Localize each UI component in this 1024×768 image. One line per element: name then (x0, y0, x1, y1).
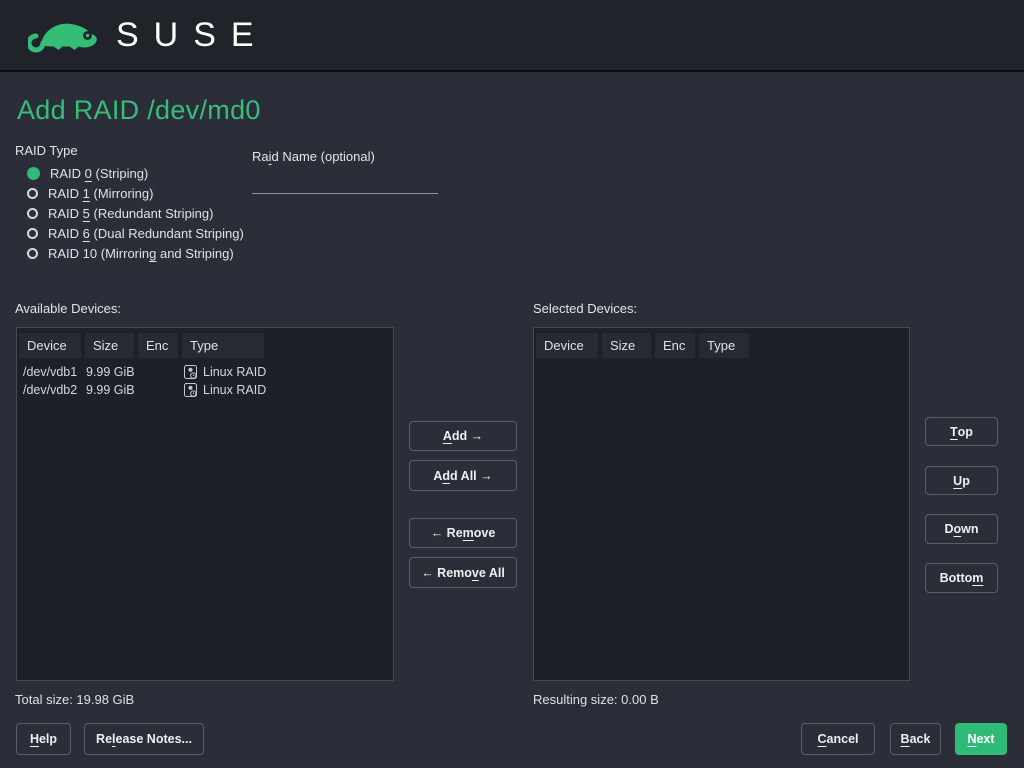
back-button[interactable]: Back (890, 723, 941, 755)
cancel-button[interactable]: Cancel (801, 723, 875, 755)
device-cell: /dev/vdb2 (23, 383, 86, 397)
raid-name-input[interactable] (252, 168, 438, 194)
radio-label: RAID 1 (Mirroring) (48, 186, 153, 201)
radio-label: RAID 5 (Redundant Striping) (48, 206, 213, 221)
column-header-size: Size (85, 333, 134, 358)
raid-disk-icon (184, 383, 197, 397)
brand-wordmark: SUSE (116, 12, 269, 58)
column-header-size: Size (602, 333, 651, 358)
top-bar: SUSE (0, 0, 1024, 72)
raid-name-label: Raid Name (optional) (252, 149, 375, 164)
total-size-text: Total size: 19.98 GiB (15, 692, 134, 707)
up-button[interactable]: Up (925, 466, 998, 495)
available-devices-label: Available Devices: (15, 301, 121, 316)
size-cell: 9.99 GiB (86, 365, 146, 379)
column-header-type: Type (182, 333, 264, 358)
radio-button-icon[interactable] (27, 248, 38, 259)
radio-label: RAID 6 (Dual Redundant Striping) (48, 226, 244, 241)
radio-button-icon[interactable] (27, 228, 38, 239)
selected-devices-label: Selected Devices: (533, 301, 637, 316)
suse-chameleon-icon (28, 15, 100, 55)
size-cell: 9.99 GiB (86, 383, 146, 397)
page-title: Add RAID /dev/md0 (17, 95, 261, 126)
table-row[interactable]: /dev/vdb1 9.99 GiB Linux RAID (17, 363, 393, 381)
type-label: Linux RAID (203, 365, 266, 379)
release-notes-button[interactable]: Release Notes... (84, 723, 204, 755)
table-row[interactable]: /dev/vdb2 9.99 GiB Linux RAID (17, 381, 393, 399)
table-body: /dev/vdb1 9.99 GiB Linux RAID /dev/vdb2 … (17, 363, 393, 399)
column-header-device: Device (19, 333, 81, 358)
help-button[interactable]: Help (16, 723, 71, 755)
top-button[interactable]: Top (925, 417, 998, 446)
suse-logo: SUSE (28, 12, 269, 58)
remove-button[interactable]: ← Remove (409, 518, 517, 548)
column-header-device: Device (536, 333, 598, 358)
type-label: Linux RAID (203, 383, 266, 397)
add-all-button[interactable]: Add All → (409, 460, 517, 491)
available-devices-table[interactable]: Device Size Enc Type /dev/vdb1 9.99 GiB … (16, 327, 394, 681)
selected-devices-table[interactable]: Device Size Enc Type (533, 327, 910, 681)
radio-raid6[interactable]: RAID 6 (Dual Redundant Striping) (27, 226, 244, 240)
resulting-size-text: Resulting size: 0.00 B (533, 692, 659, 707)
radio-raid10[interactable]: RAID 10 (Mirroring and Striping) (27, 246, 244, 260)
raid-disk-icon (184, 365, 197, 379)
radio-raid0[interactable]: RAID 0 (Striping) (27, 166, 244, 180)
installer-window: SUSE Add RAID /dev/md0 RAID Type RAID 0 … (0, 0, 1024, 768)
next-button[interactable]: Next (955, 723, 1007, 755)
table-header: Device Size Enc Type (536, 333, 749, 358)
type-cell: Linux RAID (184, 365, 266, 379)
column-header-enc: Enc (138, 333, 178, 358)
column-header-enc: Enc (655, 333, 695, 358)
down-button[interactable]: Down (925, 514, 998, 544)
radio-button-icon[interactable] (27, 167, 40, 180)
radio-button-icon[interactable] (27, 188, 38, 199)
remove-all-button[interactable]: ← Remove All (409, 557, 517, 588)
radio-raid5[interactable]: RAID 5 (Redundant Striping) (27, 206, 244, 220)
radio-button-icon[interactable] (27, 208, 38, 219)
raid-type-radio-group: RAID 0 (Striping) RAID 1 (Mirroring) RAI… (27, 166, 244, 260)
raid-type-label: RAID Type (15, 143, 78, 158)
table-header: Device Size Enc Type (19, 333, 264, 358)
radio-label: RAID 10 (Mirroring and Striping) (48, 246, 234, 261)
type-cell: Linux RAID (184, 383, 266, 397)
radio-raid1[interactable]: RAID 1 (Mirroring) (27, 186, 244, 200)
column-header-type: Type (699, 333, 749, 358)
add-button[interactable]: Add → (409, 421, 517, 451)
device-cell: /dev/vdb1 (23, 365, 86, 379)
bottom-button[interactable]: Bottom (925, 563, 998, 593)
radio-label: RAID 0 (Striping) (50, 166, 148, 181)
